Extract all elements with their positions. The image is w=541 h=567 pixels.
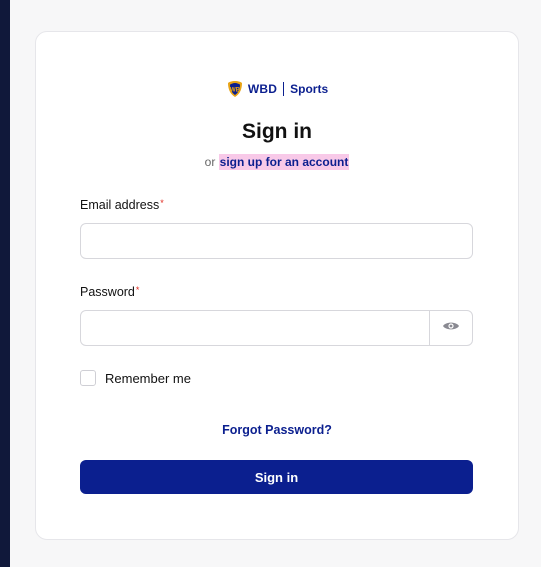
required-marker: * bbox=[160, 198, 164, 208]
password-label-text: Password bbox=[80, 285, 135, 299]
password-field[interactable] bbox=[81, 311, 429, 345]
email-field[interactable] bbox=[80, 223, 473, 259]
password-field-wrapper bbox=[80, 310, 473, 346]
remember-me-checkbox[interactable] bbox=[80, 370, 96, 386]
background-strip bbox=[0, 0, 10, 567]
required-marker: * bbox=[135, 285, 140, 295]
eye-icon bbox=[442, 319, 460, 337]
brand-name: WBD bbox=[247, 82, 278, 96]
signup-line: or sign up for an account bbox=[36, 154, 518, 170]
email-label: Email address* bbox=[80, 198, 164, 212]
brand-logo: WB WBD Sports bbox=[36, 80, 518, 98]
page-title: Sign in bbox=[242, 120, 312, 143]
svg-text:WB: WB bbox=[230, 88, 241, 94]
signup-link[interactable]: sign up for an account bbox=[218, 154, 350, 170]
remember-me-row: Remember me bbox=[80, 370, 191, 386]
brand-divider bbox=[283, 82, 285, 96]
password-label: Password* bbox=[80, 285, 139, 299]
remember-me-label[interactable]: Remember me bbox=[105, 371, 191, 386]
forgot-password-link[interactable]: Forgot Password? bbox=[36, 423, 518, 437]
email-label-text: Email address bbox=[80, 198, 160, 212]
page-panel: WB WBD Sports Sign in or sign up for an … bbox=[10, 0, 541, 567]
show-password-button[interactable] bbox=[429, 311, 472, 345]
brand-product: Sports bbox=[290, 82, 329, 96]
wb-shield-icon: WB bbox=[226, 80, 244, 98]
signup-prefix: or bbox=[204, 155, 216, 169]
sign-in-button[interactable]: Sign in bbox=[80, 460, 473, 494]
sign-in-card: WB WBD Sports Sign in or sign up for an … bbox=[35, 31, 519, 540]
